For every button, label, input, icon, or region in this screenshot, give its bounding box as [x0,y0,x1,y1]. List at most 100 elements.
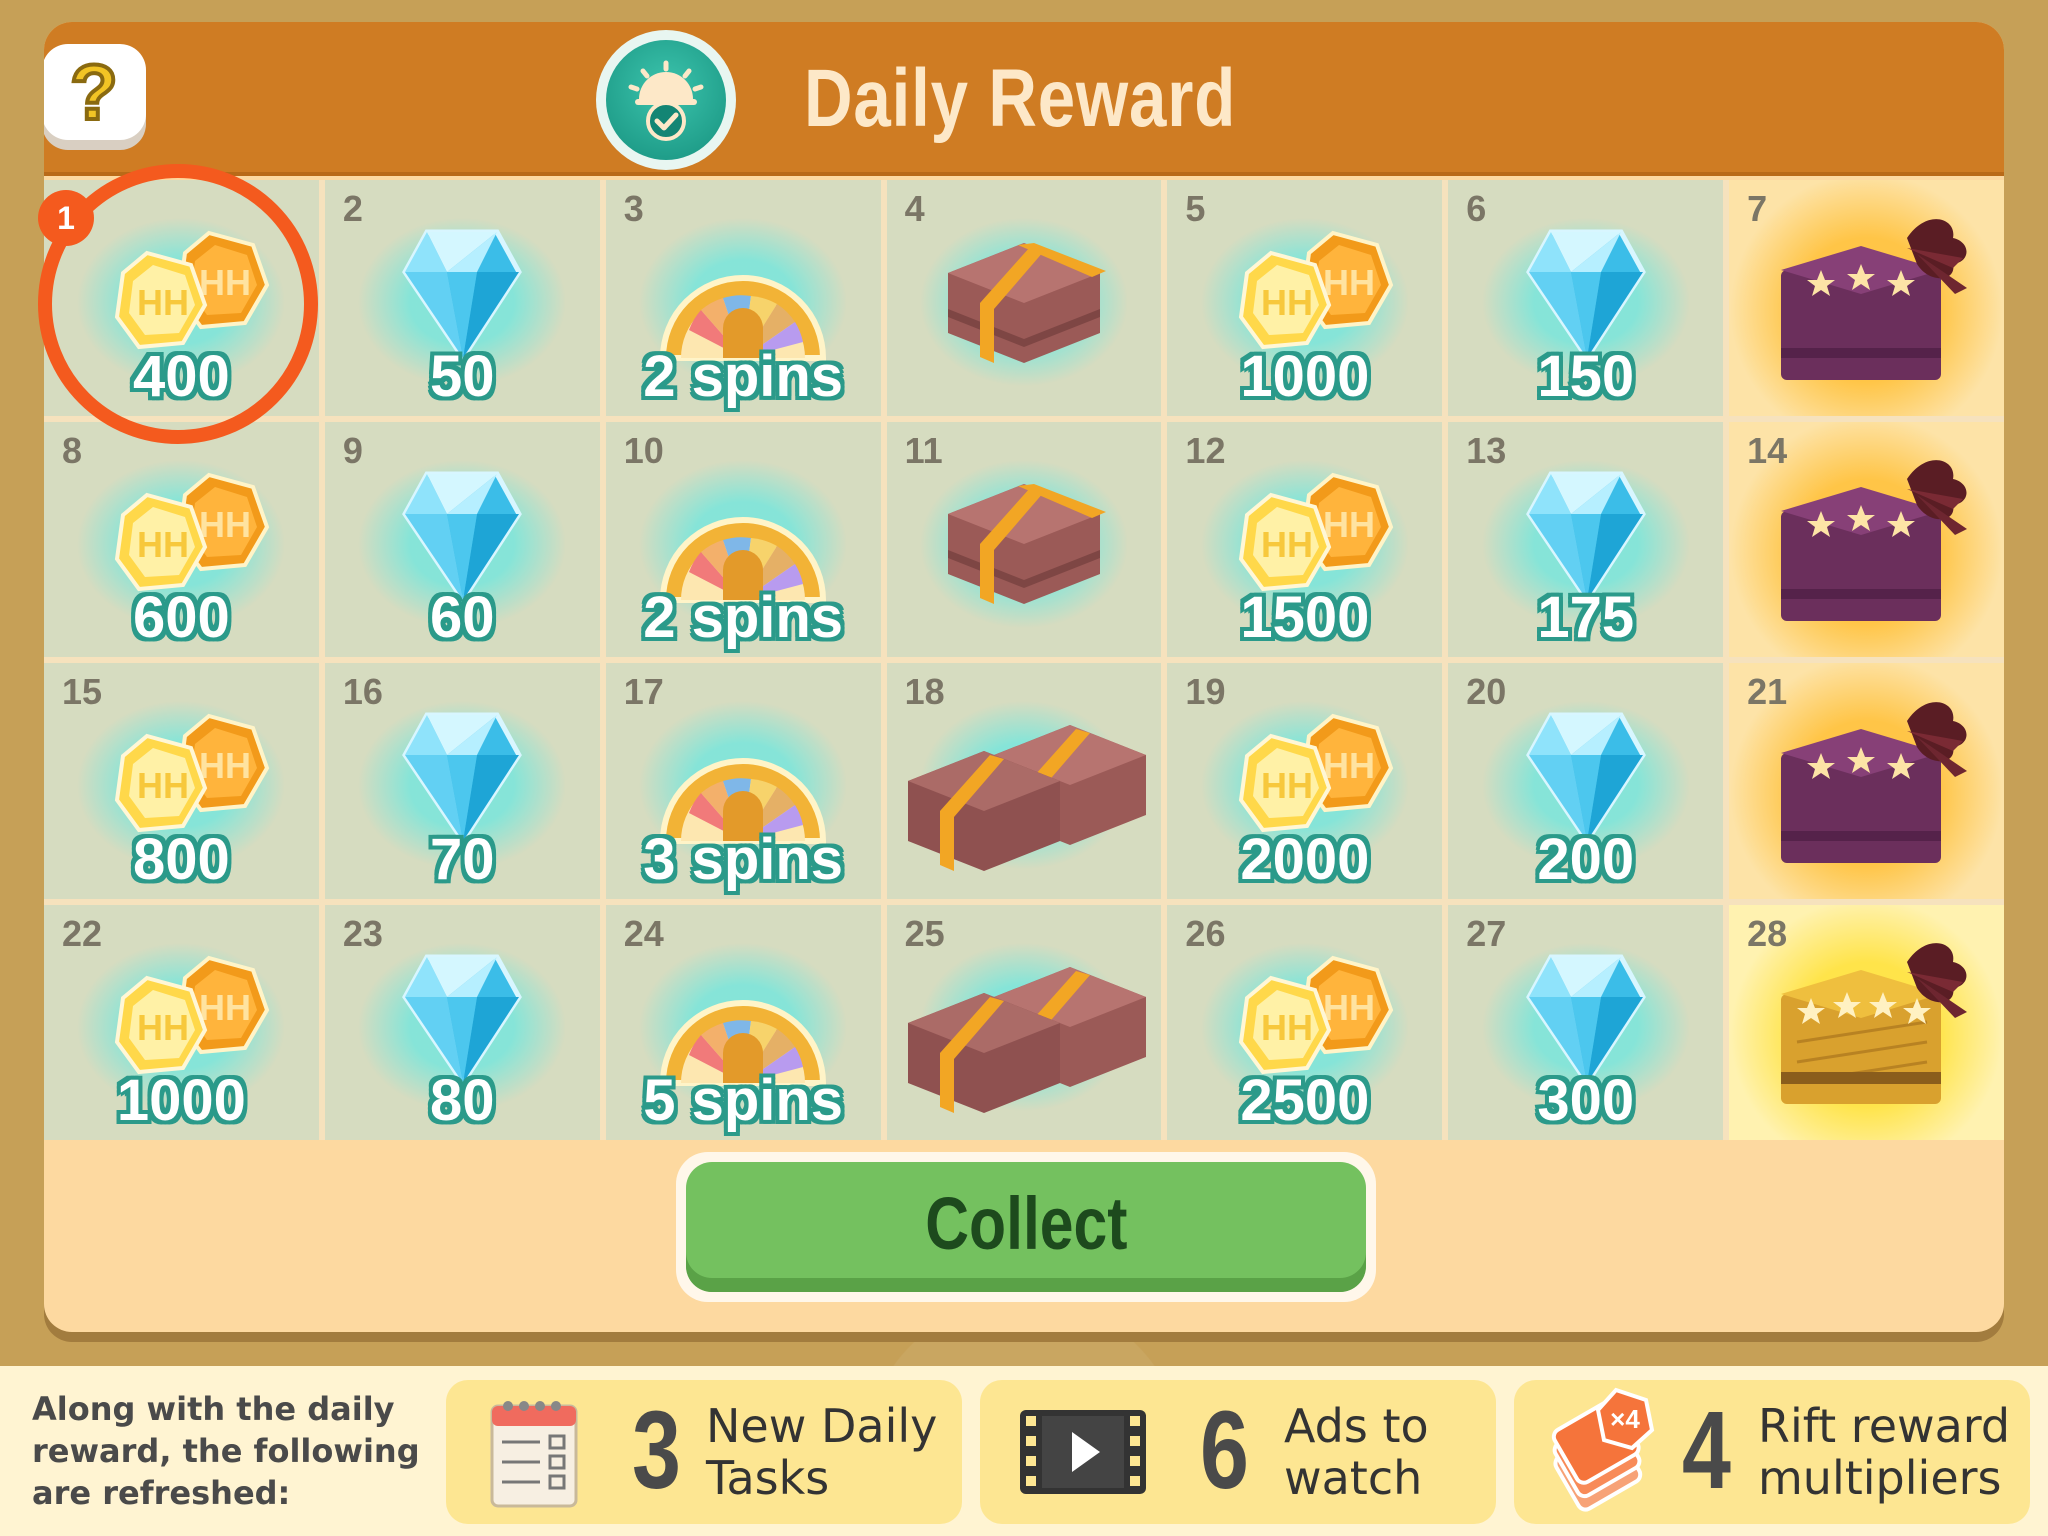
daily-tasks-count: 3 [632,1389,681,1512]
mystery-box-icon [934,213,1114,383]
daily-tasks-label: New Daily Tasks [706,1399,938,1505]
day-number: 9 [342,429,363,471]
ads-count: 6 [1200,1389,1249,1512]
reward-amount: 70 [430,826,495,892]
reward-day-16[interactable]: 16 70 [324,663,600,899]
reward-day-20[interactable]: 20 200 [1448,663,1724,899]
day-number: 20 [1466,671,1507,712]
svg-text:HH: HH [137,1007,189,1048]
day-number: 27 [1466,912,1507,954]
purple-gift-icon [1757,439,1977,639]
mystery-box-icon [934,454,1114,624]
svg-text:HH: HH [1323,745,1375,786]
reward-day-6[interactable]: 6 150 [1448,180,1724,416]
svg-text:HH: HH [1261,1007,1313,1048]
ads-card: 6 Ads to watch [980,1380,1496,1524]
reward-amount: 2 spins [643,585,844,650]
collect-label: Collect [924,1181,1128,1265]
svg-text:HH: HH [137,524,189,565]
golden-gift-icon [1757,922,1977,1122]
day-number: 23 [342,912,383,954]
reward-day-12[interactable]: 12 HH HH 1500 [1167,421,1443,657]
reward-day-17[interactable]: 17 3 spins [605,663,881,899]
reward-day-24[interactable]: 24 5 spins [605,904,881,1140]
day-number: 13 [1466,429,1507,471]
svg-text:HH: HH [199,745,251,786]
reward-day-5[interactable]: 5 HH HH 1000 [1167,180,1443,416]
reward-amount: 5 spins [643,1068,844,1133]
multiplier-cards-icon: ×4 [1534,1386,1664,1520]
day-number: 2 [342,188,363,229]
reward-day-25[interactable]: 25 [886,904,1162,1140]
svg-text:HH: HH [1323,987,1375,1028]
page-title: Daily Reward [804,53,1237,144]
reward-amount: 150 [1537,343,1635,409]
reward-amount: 175 [1537,585,1635,650]
day-number: 3 [623,188,644,229]
reward-amount: 50 [430,343,495,409]
reward-amount: 800 [133,826,230,892]
day-number: 8 [62,429,83,471]
reward-day-22[interactable]: 22 HH HH 1000 [44,904,319,1140]
reward-day-14[interactable]: 14 [1729,421,2004,657]
svg-text:×4: ×4 [1610,1404,1640,1434]
reward-day-3[interactable]: 3 2 spins [605,180,881,416]
svg-text:HH: HH [1261,524,1313,565]
claimed-day-badge: 1 [38,190,94,246]
svg-text:HH: HH [1323,262,1375,303]
reward-amount: 600 [133,585,230,650]
reward-day-11[interactable]: 11 [886,421,1162,657]
footer-note: Along with the daily reward, the followi… [32,1390,420,1512]
panel-header: ? Daily Reward [44,22,2004,176]
reward-day-9[interactable]: 9 60 [324,421,600,657]
reward-day-28[interactable]: 28 [1729,904,2004,1140]
reward-day-19[interactable]: 19 HH HH 2000 [1167,663,1443,899]
purple-gift-icon [1757,681,1977,881]
reward-day-4[interactable]: 4 [886,180,1162,416]
reward-amount: 2000 [1240,826,1370,892]
reward-day-8[interactable]: 8 HH HH 600 [44,421,319,657]
calendar-checklist-icon [486,1392,582,1516]
svg-text:HH: HH [1323,504,1375,545]
reward-day-7[interactable]: 7 [1729,180,2004,416]
double-mystery-box-icon [894,947,1154,1117]
reward-amount: 300 [1537,1068,1635,1133]
svg-text:HH: HH [1261,765,1313,806]
day-number: 4 [904,188,925,229]
reward-grid: 1 HH HH 4002 503 2 spins4 5 [44,180,2004,1140]
reward-amount: 80 [430,1068,495,1133]
rift-multipliers-card: ×4 4 Rift reward multipliers [1514,1380,2030,1524]
reward-day-26[interactable]: 26 HH HH 2500 [1167,904,1443,1140]
reward-day-15[interactable]: 15 HH HH 800 [44,663,319,899]
reward-amount: 3 spins [643,826,844,892]
question-mark-icon: ? [68,46,120,138]
reward-day-21[interactable]: 21 [1729,663,2004,899]
reward-day-27[interactable]: 27 300 [1448,904,1724,1140]
day-number: 5 [1185,188,1206,229]
reward-amount: 1000 [1240,343,1370,409]
footer-bar: Along with the daily reward, the followi… [0,1366,2048,1536]
collect-button[interactable]: Collect [676,1152,1376,1302]
rift-multipliers-label: Rift reward multipliers [1758,1399,2011,1505]
reward-day-10[interactable]: 10 2 spins [605,421,881,657]
help-button[interactable]: ? [44,44,146,140]
reward-amount: 2500 [1240,1068,1370,1133]
daily-tasks-card: 3 New Daily Tasks [446,1380,962,1524]
reward-day-18[interactable]: 18 [886,663,1162,899]
rift-multipliers-count: 4 [1682,1389,1731,1512]
reward-day-13[interactable]: 13 175 [1448,421,1724,657]
reward-amount: 1500 [1240,585,1370,650]
svg-text:HH: HH [1261,282,1313,323]
reward-day-23[interactable]: 23 80 [324,904,600,1140]
reward-amount: 200 [1537,826,1635,892]
svg-text:HH: HH [199,504,251,545]
svg-text:HH: HH [137,765,189,806]
reward-day-2[interactable]: 2 50 [324,180,600,416]
reward-amount: 1000 [116,1068,246,1133]
purple-gift-icon [1757,198,1977,398]
reward-amount: 2 spins [643,343,844,409]
reward-amount: 60 [430,585,495,650]
double-mystery-box-icon [894,705,1154,875]
sun-check-icon [596,30,736,170]
daily-reward-panel: ? Daily Reward HH HH 400 2 50 3 2 spins … [44,22,2004,1332]
